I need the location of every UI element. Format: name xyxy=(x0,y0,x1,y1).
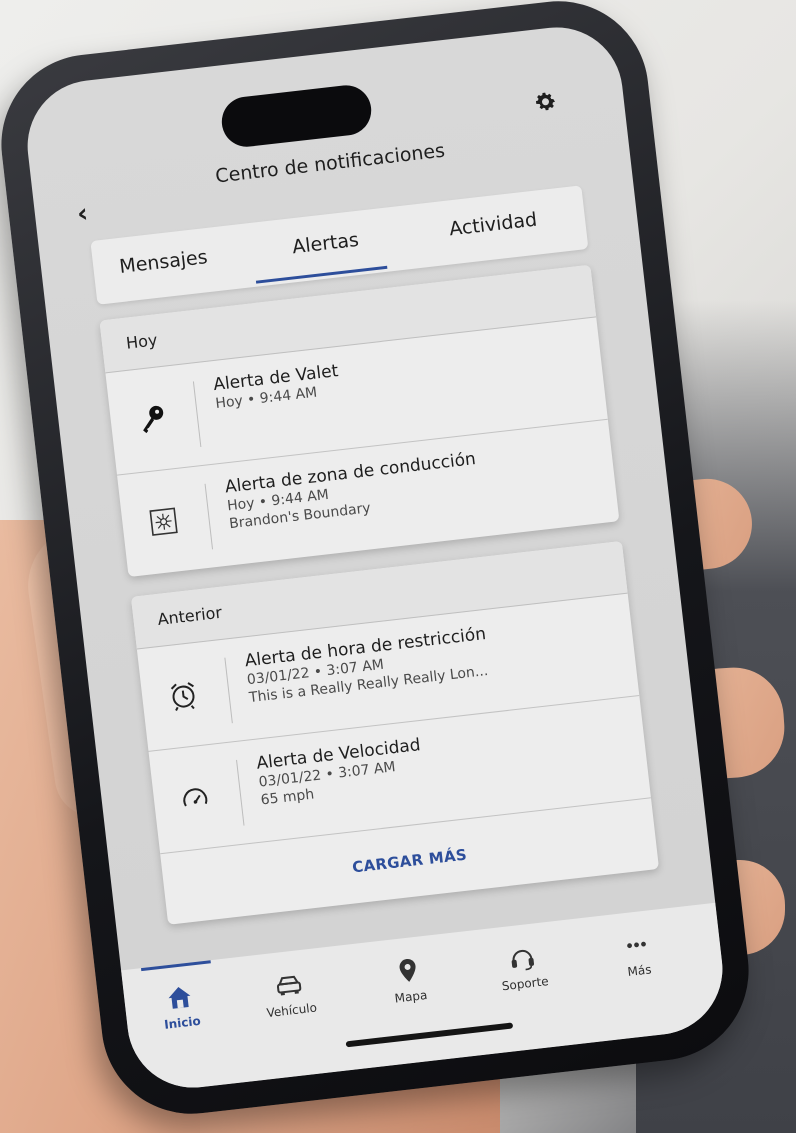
gear-icon[interactable] xyxy=(532,88,559,115)
more-dots-icon xyxy=(627,941,646,949)
nav-label: Vehículo xyxy=(265,1000,318,1021)
headset-icon xyxy=(511,949,535,971)
nav-label: Más xyxy=(626,962,653,980)
nav-mas[interactable]: Más xyxy=(580,924,695,984)
tab-alertas[interactable]: Alertas xyxy=(291,229,360,258)
speedometer-icon xyxy=(183,788,208,807)
phone: ‹ Centro de notificaciones Mensajes Aler… xyxy=(0,0,759,1124)
section-title: Anterior xyxy=(156,602,223,629)
key-icon xyxy=(143,405,164,434)
tab-mensajes[interactable]: Mensajes xyxy=(118,246,208,278)
nav-label: Soporte xyxy=(501,974,550,994)
dynamic-island xyxy=(219,82,374,150)
alarm-clock-icon xyxy=(170,682,195,711)
tab-actividad[interactable]: Actividad xyxy=(448,209,538,241)
map-pin-icon xyxy=(399,958,416,982)
nav-label: Inicio xyxy=(163,1013,202,1032)
nav-vehiculo[interactable]: Vehículo xyxy=(232,963,347,1023)
nav-mapa[interactable]: Mapa xyxy=(352,950,467,1010)
section-card-anterior: Anterior Alerta de hora de restricción 0… xyxy=(130,540,660,925)
zone-icon xyxy=(149,507,178,536)
section-card-hoy: Hoy Alerta de Valet Hoy • 9:44 AM Alerta… xyxy=(99,264,620,578)
phone-screen: ‹ Centro de notificaciones Mensajes Aler… xyxy=(20,20,730,1095)
car-icon xyxy=(276,975,302,996)
nav-label: Mapa xyxy=(393,987,428,1006)
home-indicator xyxy=(345,1022,514,1048)
nav-soporte[interactable]: Soporte xyxy=(466,937,581,997)
nav-inicio[interactable]: Inicio xyxy=(123,976,238,1036)
home-icon xyxy=(168,987,191,1009)
active-tab-indicator xyxy=(255,265,388,284)
section-title: Hoy xyxy=(125,330,159,353)
